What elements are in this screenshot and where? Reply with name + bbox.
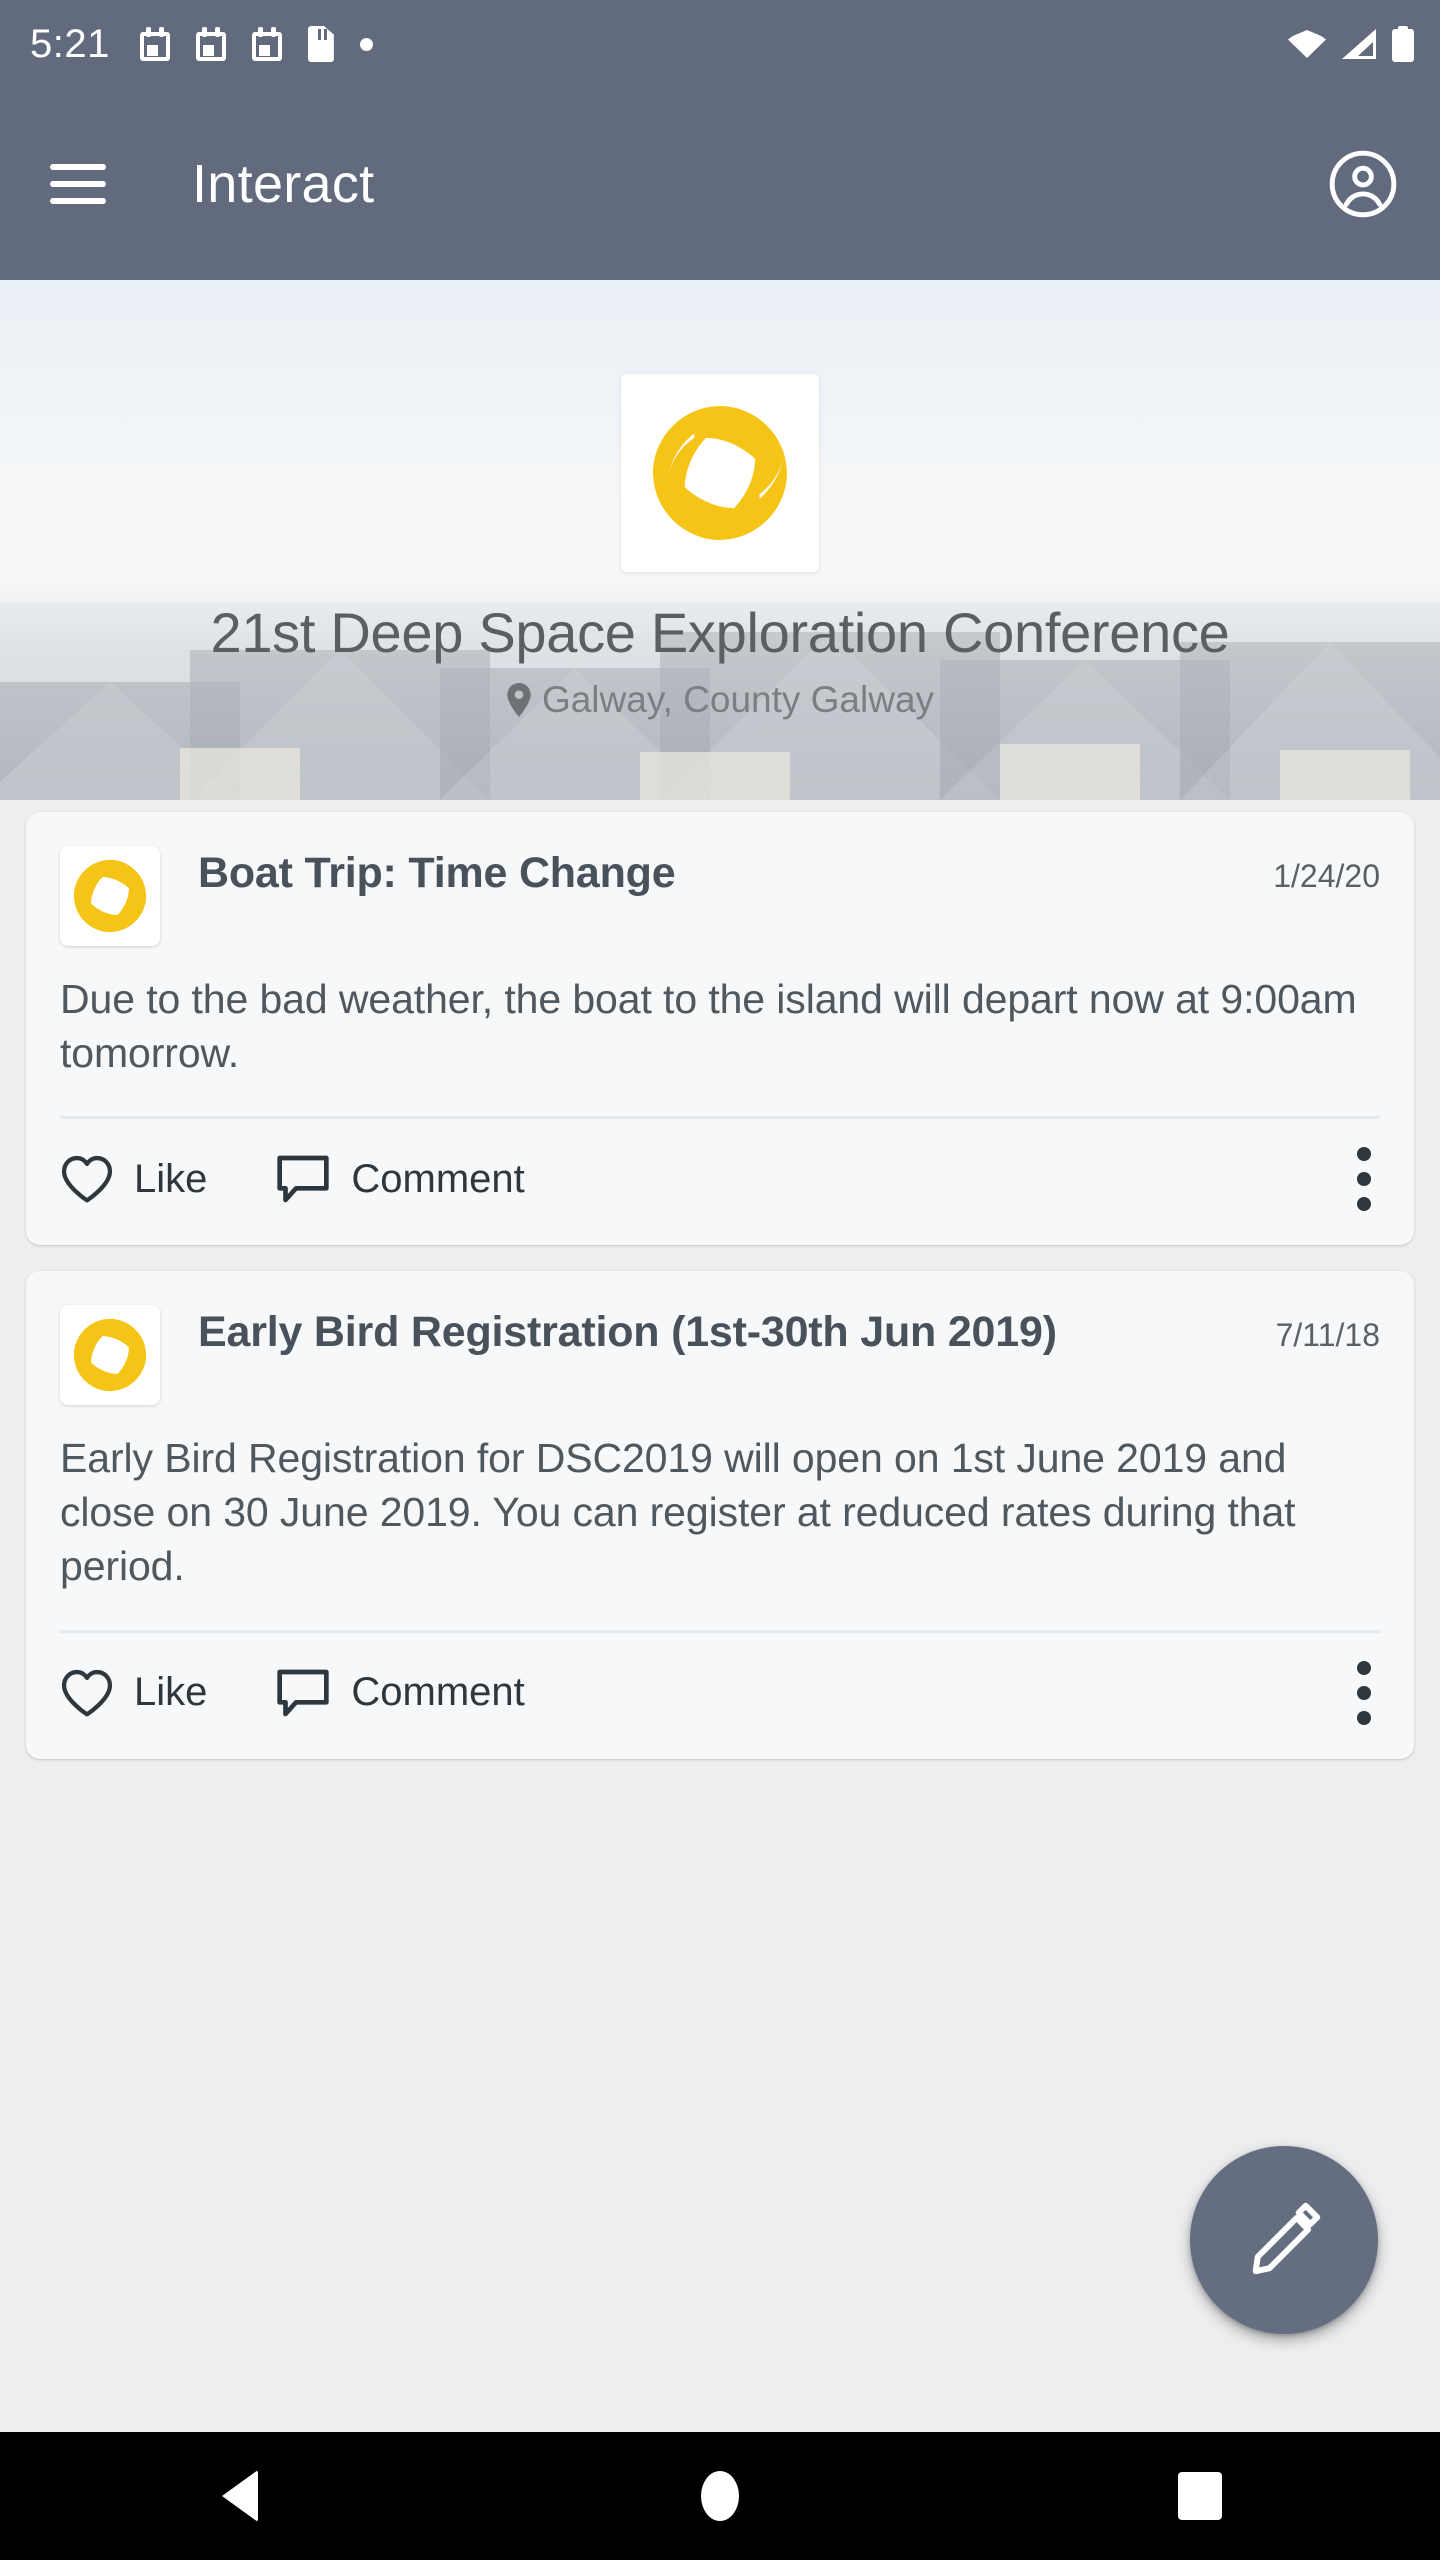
- announcement-title: Boat Trip: Time Change: [198, 849, 676, 897]
- cell-signal-icon: [1342, 29, 1376, 59]
- announcement-title: Early Bird Registration (1st-30th Jun 20…: [198, 1308, 1057, 1357]
- comment-button[interactable]: Comment: [275, 1667, 525, 1719]
- more-vertical-icon[interactable]: [1348, 1143, 1380, 1215]
- page-title: Interact: [192, 154, 375, 214]
- account-circle-icon[interactable]: [1326, 147, 1400, 221]
- like-button[interactable]: Like: [60, 1668, 207, 1718]
- conference-logo: [60, 1305, 160, 1406]
- like-label: Like: [134, 1156, 208, 1201]
- status-bar-notification-icons: [139, 26, 373, 62]
- location-pin-icon: [506, 683, 532, 717]
- dot-icon: [359, 37, 373, 51]
- wifi-icon: [1288, 30, 1326, 58]
- card-action-row: Like Comment: [26, 1119, 1414, 1245]
- event-location-label: Galway, County Galway: [541, 679, 935, 720]
- status-bar: 5:21: [0, 0, 1440, 88]
- conference-logo-glyph: [73, 1319, 147, 1392]
- comment-label: Comment: [351, 1156, 525, 1201]
- speech-bubble-icon: [275, 1667, 331, 1719]
- card-action-row: Like Comment: [26, 1633, 1414, 1759]
- announcement-date: 1/24/20: [1273, 858, 1380, 894]
- home-circle-icon: [701, 2471, 739, 2521]
- android-navigation-bar: [0, 2432, 1440, 2560]
- conference-logo: [621, 374, 819, 572]
- like-label: Like: [134, 1670, 208, 1715]
- status-bar-clock: 5:21: [30, 21, 110, 66]
- comment-label: Comment: [351, 1670, 525, 1715]
- announcement-date: 7/11/18: [1275, 1317, 1380, 1354]
- event-location: Galway, County Galway: [506, 679, 934, 721]
- app-bar: Interact: [0, 88, 1440, 280]
- more-vertical-icon[interactable]: [1348, 1657, 1380, 1729]
- conference-logo-glyph: [653, 406, 787, 540]
- app-screen: 5:21 Interact 21st Deep Space Exploratio…: [0, 0, 1440, 2560]
- announcement-card[interactable]: Boat Trip: Time Change 1/24/20 Due to th…: [26, 812, 1414, 1246]
- announcement-body: Early Bird Registration for DSC2019 will…: [60, 1435, 1296, 1590]
- announcement-body: Due to the bad weather, the boat to the …: [60, 976, 1357, 1077]
- speech-bubble-icon: [275, 1153, 331, 1205]
- hamburger-menu-icon[interactable]: [50, 164, 106, 204]
- announcement-card[interactable]: Early Bird Registration (1st-30th Jun 20…: [26, 1271, 1414, 1759]
- conference-logo-glyph: [73, 859, 147, 933]
- heart-outline-icon: [60, 1154, 114, 1204]
- announcement-feed: Boat Trip: Time Change 1/24/20 Due to th…: [0, 812, 1440, 1785]
- battery-icon: [1392, 26, 1414, 62]
- back-triangle-icon: [222, 2470, 258, 2522]
- status-bar-system-icons: [1288, 26, 1414, 62]
- sd-card-icon: [307, 26, 334, 62]
- like-button[interactable]: Like: [60, 1154, 207, 1204]
- conference-logo: [60, 846, 160, 946]
- pencil-edit-icon: [1252, 2202, 1321, 2275]
- card-header: Early Bird Registration (1st-30th Jun 20…: [26, 1271, 1414, 1406]
- comment-button[interactable]: Comment: [275, 1153, 525, 1205]
- nav-back-button[interactable]: [0, 2470, 480, 2522]
- nav-home-button[interactable]: [480, 2471, 960, 2521]
- calendar-icon: [251, 27, 282, 61]
- event-hero-banner: 21st Deep Space Exploration Conference G…: [0, 280, 1440, 800]
- recents-square-icon: [1178, 2472, 1222, 2520]
- event-title: 21st Deep Space Exploration Conference: [210, 601, 1230, 664]
- calendar-icon: [195, 27, 226, 61]
- compose-post-fab[interactable]: [1190, 2146, 1378, 2334]
- card-header: Boat Trip: Time Change 1/24/20: [26, 812, 1414, 946]
- heart-outline-icon: [60, 1668, 114, 1718]
- calendar-icon: [139, 27, 170, 61]
- nav-recents-button[interactable]: [960, 2472, 1440, 2520]
